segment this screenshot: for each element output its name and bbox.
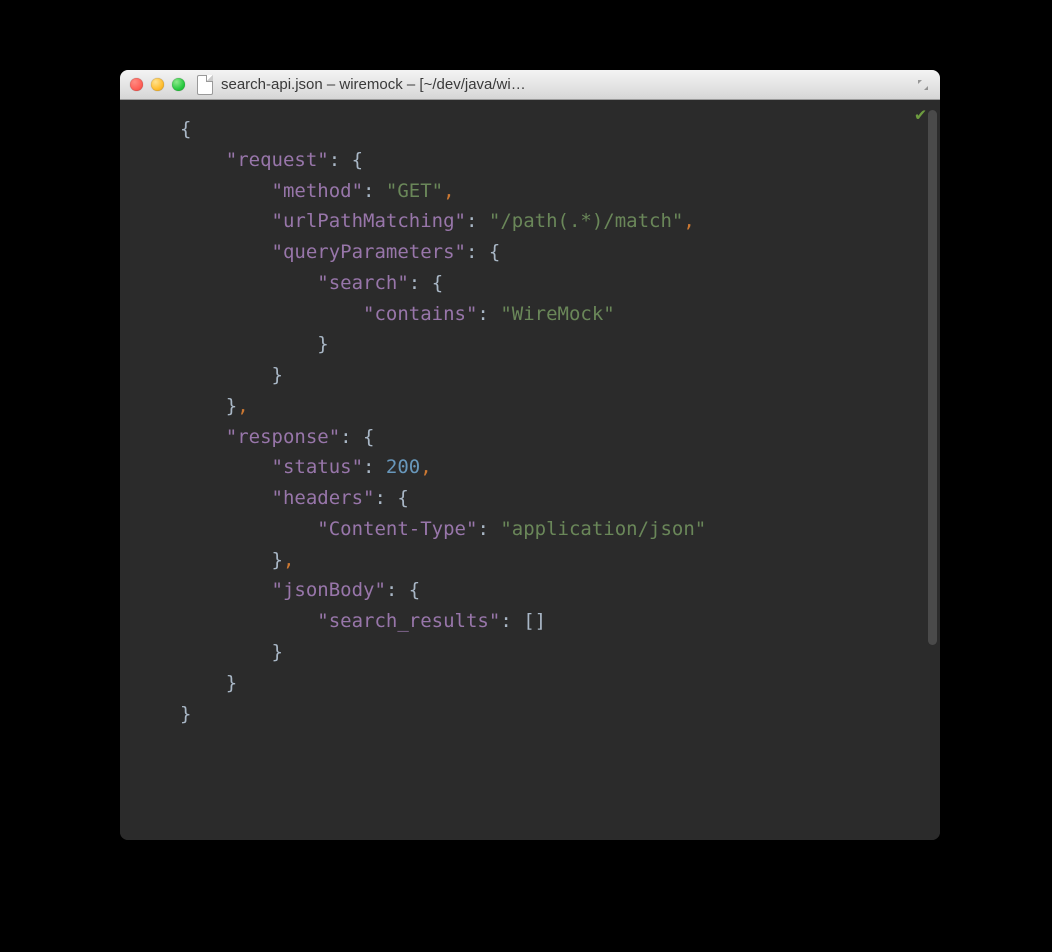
close-icon[interactable] bbox=[130, 78, 143, 91]
brace: } bbox=[180, 703, 191, 725]
colon: : bbox=[477, 303, 500, 325]
titlebar[interactable]: search-api.json – wiremock – [~/dev/java… bbox=[120, 70, 940, 100]
val-method: "GET" bbox=[386, 180, 443, 202]
status-ok-icon: ✔ bbox=[915, 106, 926, 124]
colon: : bbox=[477, 518, 500, 540]
key-content-type: "Content-Type" bbox=[317, 518, 477, 540]
comma: , bbox=[420, 456, 431, 478]
val-content-type: "application/json" bbox=[500, 518, 706, 540]
brace: { bbox=[180, 118, 191, 140]
key-response: "response" bbox=[226, 426, 340, 448]
colon: : bbox=[363, 456, 386, 478]
key-contains: "contains" bbox=[363, 303, 477, 325]
comma: , bbox=[237, 395, 248, 417]
val-status: 200 bbox=[386, 456, 420, 478]
colon: : bbox=[409, 272, 432, 294]
colon: : bbox=[466, 241, 489, 263]
colon: : bbox=[466, 210, 489, 232]
key-queryparameters: "queryParameters" bbox=[272, 241, 466, 263]
key-search-results: "search_results" bbox=[317, 610, 500, 632]
bracket: ] bbox=[535, 610, 546, 632]
key-search: "search" bbox=[317, 272, 409, 294]
colon: : bbox=[363, 180, 386, 202]
colon: : bbox=[500, 610, 523, 632]
brace: } bbox=[272, 364, 283, 386]
minimize-icon[interactable] bbox=[151, 78, 164, 91]
window-title: search-api.json – wiremock – [~/dev/java… bbox=[221, 76, 908, 93]
bracket: [ bbox=[523, 610, 534, 632]
traffic-lights bbox=[130, 78, 185, 91]
key-headers: "headers" bbox=[272, 487, 375, 509]
brace: { bbox=[489, 241, 500, 263]
colon: : bbox=[340, 426, 363, 448]
colon: : bbox=[374, 487, 397, 509]
comma: , bbox=[443, 180, 454, 202]
brace: { bbox=[409, 579, 420, 601]
scrollbar[interactable] bbox=[928, 110, 937, 645]
colon: : bbox=[329, 149, 352, 171]
val-urlpathmatching: "/path(.*)/match" bbox=[489, 210, 683, 232]
colon: : bbox=[386, 579, 409, 601]
brace: } bbox=[226, 395, 237, 417]
brace: { bbox=[352, 149, 363, 171]
brace: } bbox=[272, 549, 283, 571]
key-urlpathmatching: "urlPathMatching" bbox=[272, 210, 466, 232]
key-status: "status" bbox=[272, 456, 364, 478]
brace: { bbox=[363, 426, 374, 448]
code-editor[interactable]: ✔ { "request": { "method": "GET", "urlPa… bbox=[120, 100, 940, 840]
comma: , bbox=[283, 549, 294, 571]
val-contains: "WireMock" bbox=[500, 303, 614, 325]
code-content[interactable]: { "request": { "method": "GET", "urlPath… bbox=[120, 100, 940, 749]
brace: } bbox=[226, 672, 237, 694]
brace: } bbox=[272, 641, 283, 663]
resize-icon[interactable] bbox=[916, 78, 930, 92]
editor-window: search-api.json – wiremock – [~/dev/java… bbox=[120, 70, 940, 840]
zoom-icon[interactable] bbox=[172, 78, 185, 91]
key-request: "request" bbox=[226, 149, 329, 171]
brace: { bbox=[397, 487, 408, 509]
file-icon bbox=[197, 75, 213, 95]
key-method: "method" bbox=[272, 180, 364, 202]
brace: { bbox=[432, 272, 443, 294]
brace: } bbox=[317, 333, 328, 355]
comma: , bbox=[683, 210, 694, 232]
key-jsonbody: "jsonBody" bbox=[272, 579, 386, 601]
